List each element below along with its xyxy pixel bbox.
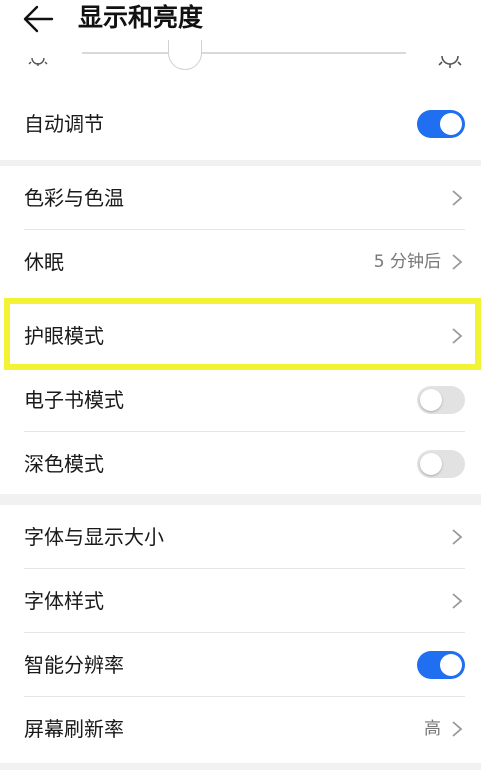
brightness-section: 显示和亮度 自动调节 [0,0,481,160]
sleep-label: 休眠 [24,250,64,274]
sun-small-icon [28,57,48,66]
back-arrow-icon[interactable] [22,4,54,34]
sleep-value: 5 分钟后 [373,252,441,272]
font-size-label: 字体与显示大小 [24,525,164,549]
eye-comfort-highlight-box [4,298,481,370]
auto-adjust-row[interactable]: 自动调节 [0,92,481,156]
font-style-label: 字体样式 [24,589,104,613]
page-title: 显示和亮度 [78,3,204,32]
auto-adjust-label: 自动调节 [24,112,104,136]
chevron-right-icon [452,593,463,609]
chevron-right-icon [452,721,463,737]
auto-adjust-toggle[interactable] [417,110,465,138]
dark-mode-row[interactable]: 深色模式 [0,432,481,496]
refresh-rate-row[interactable]: 屏幕刷新率 高 [0,697,481,761]
chevron-right-icon [452,254,463,270]
color-temperature-row[interactable]: 色彩与色温 [0,166,481,230]
sleep-row[interactable]: 休眠 5 分钟后 [0,230,481,294]
toggle-knob [420,453,442,475]
chevron-right-icon [452,190,463,206]
header: 显示和亮度 [0,0,481,40]
smart-resolution-label: 智能分辨率 [24,653,124,677]
toggle-knob [440,113,462,135]
dark-mode-toggle[interactable] [417,450,465,478]
chevron-right-icon [452,529,463,545]
sun-large-icon [438,55,462,68]
ebook-mode-row[interactable]: 电子书模式 [0,368,481,432]
smart-resolution-toggle[interactable] [417,651,465,679]
toggle-knob [420,389,442,411]
brightness-slider-row [0,40,481,80]
smart-resolution-row[interactable]: 智能分辨率 [0,633,481,697]
refresh-rate-label: 屏幕刷新率 [24,717,124,741]
color-temperature-label: 色彩与色温 [24,186,124,210]
ebook-mode-toggle[interactable] [417,386,465,414]
font-style-row[interactable]: 字体样式 [0,569,481,633]
brightness-slider-track[interactable] [82,52,406,54]
toggle-knob [440,654,462,676]
ebook-mode-label: 电子书模式 [24,388,124,412]
font-size-row[interactable]: 字体与显示大小 [0,505,481,569]
brightness-slider-thumb[interactable] [168,40,202,70]
dark-mode-label: 深色模式 [24,452,104,476]
refresh-rate-value: 高 [424,719,441,739]
font-settings-group: 字体与显示大小 字体样式 智能分辨率 屏幕刷新率 高 [0,505,481,763]
